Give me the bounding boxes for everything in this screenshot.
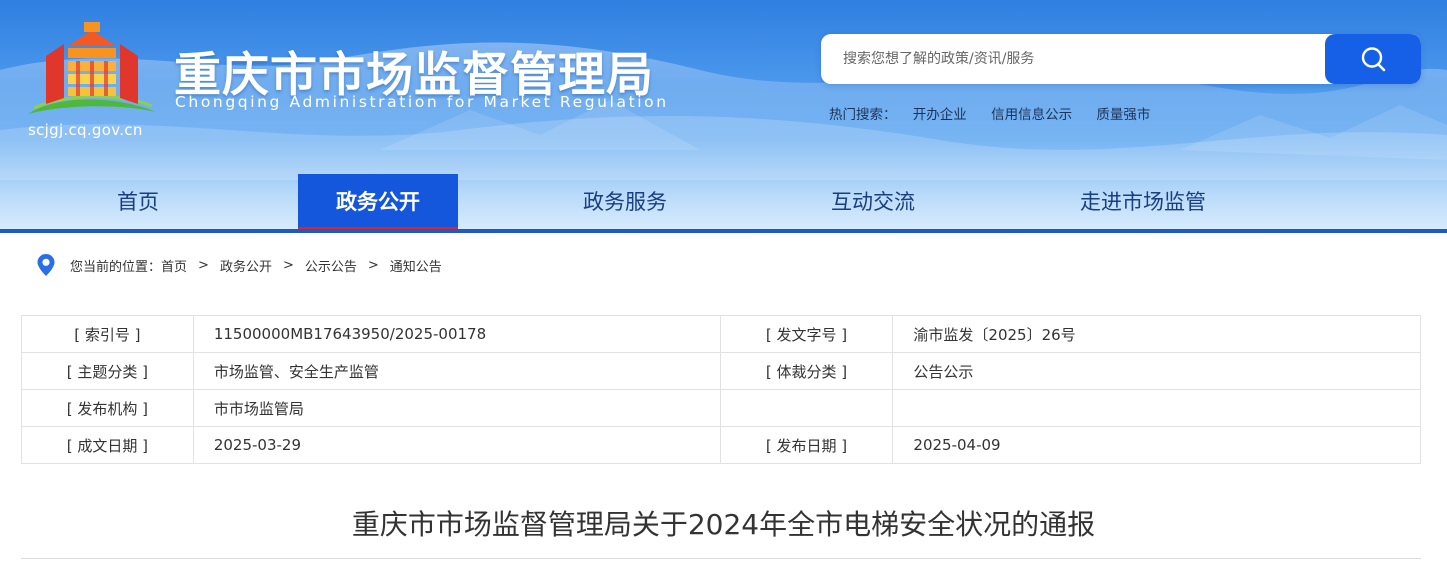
meta-value-publish-date: 2025-04-09	[892, 426, 1421, 464]
nav-item-about-market-regulation[interactable]: 走进市场监管	[1053, 174, 1233, 232]
nav-item-home[interactable]: 首页	[78, 174, 198, 232]
meta-key-written-date: [ 成文日期 ]	[21, 426, 194, 464]
breadcrumb-item-government-affairs[interactable]: 政务公开	[220, 256, 272, 275]
article-title: 重庆市市场监督管理局关于2024年全市电梯安全状况的通报	[351, 508, 1096, 541]
breadcrumb-item-announcements[interactable]: 通知公告	[390, 256, 442, 275]
breadcrumb-item-home[interactable]: 首页	[161, 256, 187, 275]
location-pin-icon	[37, 254, 55, 276]
table-row: [ 主题分类 ] 市场监管、安全生产监管 [ 体裁分类 ] 公告公示	[21, 352, 1421, 390]
meta-value-topic: 市场监管、安全生产监管	[192, 352, 721, 390]
nav-item-government-affairs-disclosure[interactable]: 政务公开	[298, 174, 458, 232]
meta-key-publisher: [ 发布机构 ]	[21, 389, 194, 427]
table-row: [ 发布机构 ] 市市场监管局	[21, 389, 1421, 427]
breadcrumb-separator: >	[367, 257, 379, 273]
hot-search-term[interactable]: 信用信息公示	[991, 107, 1072, 123]
meta-key-topic: [ 主题分类 ]	[21, 352, 194, 390]
search-button[interactable]	[1325, 34, 1421, 84]
meta-value-index-number: 11500000MB17643950/2025-00178	[192, 315, 721, 353]
meta-value-publisher: 市市场监管局	[192, 389, 721, 427]
table-row: [ 索引号 ] 11500000MB17643950/2025-00178 [ …	[21, 315, 1421, 353]
site-domain: scjgj.cq.gov.cn	[28, 121, 143, 139]
breadcrumb-separator: >	[198, 257, 209, 273]
meta-value-written-date: 2025-03-29	[192, 426, 721, 464]
meta-key-empty	[719, 389, 894, 427]
hot-search: 热门搜索： 开办企业 信用信息公示 质量强市	[829, 103, 1170, 123]
search-input[interactable]	[821, 34, 1325, 84]
meta-value-document-number: 渝市监发〔2025〕26号	[892, 315, 1421, 353]
hot-search-label: 热门搜索：	[829, 107, 897, 123]
search-bar	[821, 34, 1421, 84]
meta-key-publish-date: [ 发布日期 ]	[719, 426, 894, 464]
breadcrumb-item-public-notices[interactable]: 公示公告	[305, 256, 357, 275]
breadcrumb-separator: >	[282, 257, 294, 273]
main-nav: 首页 政务公开 政务服务 互动交流 走进市场监管	[0, 174, 1447, 232]
document-metadata-table: [ 索引号 ] 11500000MB17643950/2025-00178 [ …	[21, 315, 1421, 464]
table-row: [ 成文日期 ] 2025-03-29 [ 发布日期 ] 2025-04-09	[21, 426, 1421, 464]
meta-value-empty	[892, 389, 1421, 427]
meta-key-index-number: [ 索引号 ]	[21, 315, 194, 353]
breadcrumb: 您当前的位置： 首页 > 政务公开 > 公示公告 > 通知公告	[36, 253, 442, 277]
title-divider	[21, 558, 1421, 559]
hot-search-term[interactable]: 质量强市	[1096, 107, 1150, 123]
government-building-emblem-icon	[28, 22, 156, 114]
site-subtitle: Chongqing Administration for Market Regu…	[175, 93, 669, 111]
nav-item-government-services[interactable]: 政务服务	[545, 174, 705, 232]
meta-value-genre: 公告公示	[892, 352, 1421, 390]
search-icon	[1361, 47, 1386, 72]
nav-divider	[0, 229, 1447, 233]
meta-key-document-number: [ 发文字号 ]	[719, 315, 894, 353]
breadcrumb-prefix: 您当前的位置：	[70, 259, 162, 275]
hot-search-term[interactable]: 开办企业	[913, 107, 967, 123]
meta-key-genre: [ 体裁分类 ]	[719, 352, 894, 390]
nav-item-interaction[interactable]: 互动交流	[793, 174, 953, 232]
